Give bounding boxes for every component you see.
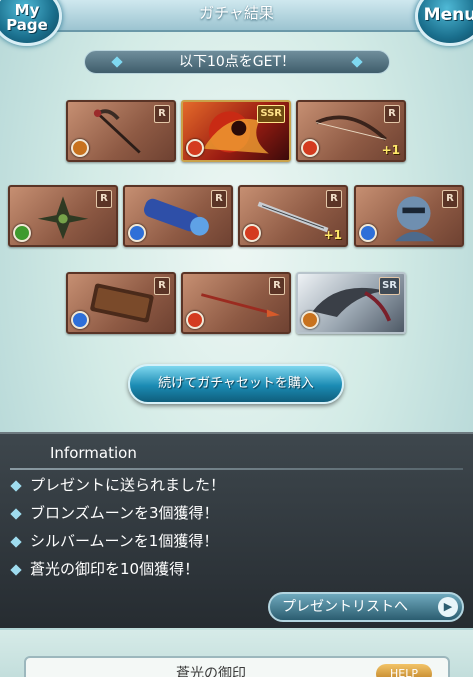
- diamond-bullet-icon: [10, 535, 22, 548]
- buy-again-button[interactable]: 続けてガチャセットを購入: [128, 364, 344, 404]
- gem-icon: [351, 56, 363, 68]
- present-list-button[interactable]: プレゼントリストへ ▶: [268, 592, 464, 622]
- present-list-label: プレゼントリストへ: [282, 599, 408, 615]
- mypage-button[interactable]: My Page: [0, 0, 62, 46]
- result-banner: 以下10点をGET！: [84, 50, 390, 74]
- info-row: プレゼントに送られました！: [10, 474, 226, 495]
- element-fire-icon: [301, 139, 319, 157]
- header-bar: ガチャ結果: [0, 0, 473, 32]
- result-item-shuriken[interactable]: R: [8, 185, 118, 247]
- result-item-fire-summon[interactable]: SSR: [181, 100, 291, 162]
- rarity-badge: R: [384, 105, 400, 123]
- rarity-badge: R: [442, 190, 458, 208]
- result-item-scythe-blade[interactable]: SR: [296, 272, 406, 334]
- result-item-bow[interactable]: R +1: [296, 100, 406, 162]
- result-item-tome[interactable]: R: [66, 272, 176, 334]
- element-fire-icon: [186, 139, 204, 157]
- information-panel: Information プレゼントに送られました！ ブロンズムーンを3個獲得！ …: [0, 432, 473, 628]
- item-card-title: 蒼光の御印: [176, 666, 246, 677]
- rarity-badge: R: [211, 190, 227, 208]
- info-text: 蒼光の御印を10個獲得！: [30, 560, 200, 578]
- gem-icon: [111, 56, 123, 68]
- element-fire-icon: [186, 311, 204, 329]
- menu-button[interactable]: Menu: [415, 0, 473, 46]
- info-row: シルバームーンを1個獲得！: [10, 530, 219, 551]
- element-fire-icon: [243, 224, 261, 242]
- rarity-badge: R: [326, 190, 342, 208]
- diamond-bullet-icon: [10, 479, 22, 492]
- element-water-icon: [128, 224, 146, 242]
- result-item-scythe[interactable]: R: [66, 100, 176, 162]
- info-text: シルバームーンを1個獲得！: [30, 532, 219, 550]
- page-title: ガチャ結果: [199, 4, 274, 22]
- rarity-badge: SR: [379, 277, 400, 295]
- bottom-area: 蒼光の御印 HELP: [0, 630, 473, 677]
- info-text: ブロンズムーンを3個獲得！: [30, 504, 219, 522]
- info-row: 蒼光の御印を10個獲得！: [10, 558, 200, 579]
- rarity-badge: R: [154, 105, 170, 123]
- element-earth-icon: [13, 224, 31, 242]
- info-title: Information: [50, 444, 137, 462]
- result-item-knight-summon[interactable]: R: [354, 185, 464, 247]
- buy-again-label: 続けてガチャセットを購入: [158, 376, 314, 391]
- result-item-sword[interactable]: R +1: [238, 185, 348, 247]
- rarity-badge: R: [269, 277, 285, 295]
- item-card: 蒼光の御印 HELP: [24, 656, 450, 677]
- rarity-badge: R: [96, 190, 112, 208]
- rarity-badge: R: [154, 277, 170, 295]
- arrow-right-icon: ▶: [438, 597, 458, 617]
- rarity-badge: SSR: [257, 105, 285, 123]
- result-item-gauntlet[interactable]: R: [123, 185, 233, 247]
- plus-bonus: +1: [323, 228, 342, 242]
- info-row: ブロンズムーンを3個獲得！: [10, 502, 219, 523]
- help-button[interactable]: HELP: [376, 664, 432, 677]
- plus-bonus: +1: [381, 143, 400, 157]
- diamond-bullet-icon: [10, 563, 22, 576]
- menu-label: Menu: [423, 5, 473, 25]
- result-item-spear[interactable]: R: [181, 272, 291, 334]
- divider: [10, 468, 463, 470]
- element-wind-icon: [71, 139, 89, 157]
- element-wind-icon: [301, 311, 319, 329]
- banner-text: 以下10点をGET！: [178, 54, 296, 70]
- diamond-bullet-icon: [10, 507, 22, 520]
- element-water-icon: [359, 224, 377, 242]
- element-water-icon: [71, 311, 89, 329]
- info-text: プレゼントに送られました！: [30, 476, 226, 494]
- mypage-label: My Page: [6, 1, 48, 34]
